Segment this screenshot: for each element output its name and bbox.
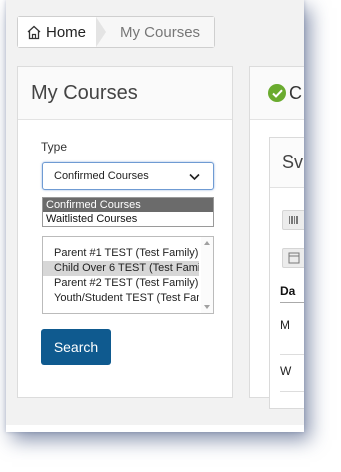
type-label: Type — [41, 140, 68, 154]
calendar-button[interactable] — [282, 248, 304, 268]
barcode-icon — [289, 216, 298, 224]
type-dropdown-list: Confirmed Courses Waitlisted Courses — [42, 197, 214, 227]
dropdown-option-confirmed[interactable]: Confirmed Courses — [43, 198, 213, 212]
table-row[interactable]: W — [280, 356, 304, 392]
barcode-button[interactable] — [282, 210, 304, 230]
search-button[interactable]: Search — [41, 329, 111, 365]
results-panel-header: C — [250, 67, 304, 120]
panel-header: My Courses — [18, 67, 232, 120]
calendar-icon — [288, 252, 300, 264]
results-panel-title: C — [289, 82, 302, 103]
listbox-scrollbar[interactable] — [201, 237, 213, 313]
scroll-up-icon[interactable] — [204, 241, 210, 245]
family-member-listbox[interactable]: Parent #1 TEST (Test Family) Child Over … — [42, 236, 214, 314]
date-column-header: Da — [280, 284, 304, 303]
my-courses-panel: My Courses Type Confirmed Courses Confir… — [17, 66, 233, 398]
breadcrumb: Home My Courses — [17, 16, 216, 48]
breadcrumb-home-label: Home — [46, 23, 87, 41]
home-icon — [27, 25, 41, 39]
list-item[interactable]: Parent #1 TEST (Test Family) — [43, 246, 199, 261]
app-area: Home My Courses My Courses Type Confirme… — [6, 0, 304, 425]
schedule-card: Sv Da M W — [269, 137, 304, 409]
scroll-down-icon[interactable] — [204, 305, 210, 309]
list-item[interactable]: Youth/Student TEST (Test Family) — [43, 291, 199, 306]
list-item[interactable]: Parent #2 TEST (Test Family) — [43, 276, 199, 291]
results-panel: C Sv Da M W — [249, 66, 304, 409]
table-row[interactable]: M — [280, 318, 304, 355]
chevron-down-icon — [189, 173, 200, 181]
panel-title: My Courses — [31, 81, 138, 104]
breadcrumb-home[interactable]: Home — [18, 17, 107, 47]
browser-frame: Home My Courses My Courses Type Confirme… — [6, 0, 304, 432]
list-item[interactable]: Child Over 6 TEST (Test Family) — [43, 261, 199, 276]
breadcrumb-current-label: My Courses — [120, 23, 201, 41]
check-circle-icon — [268, 84, 286, 102]
type-select[interactable]: Confirmed Courses — [42, 162, 214, 190]
type-select-value: Confirmed Courses — [54, 170, 149, 182]
breadcrumb-current: My Courses — [96, 17, 215, 47]
schedule-card-title: Sv — [270, 138, 304, 188]
dropdown-option-waitlisted[interactable]: Waitlisted Courses — [43, 212, 213, 226]
